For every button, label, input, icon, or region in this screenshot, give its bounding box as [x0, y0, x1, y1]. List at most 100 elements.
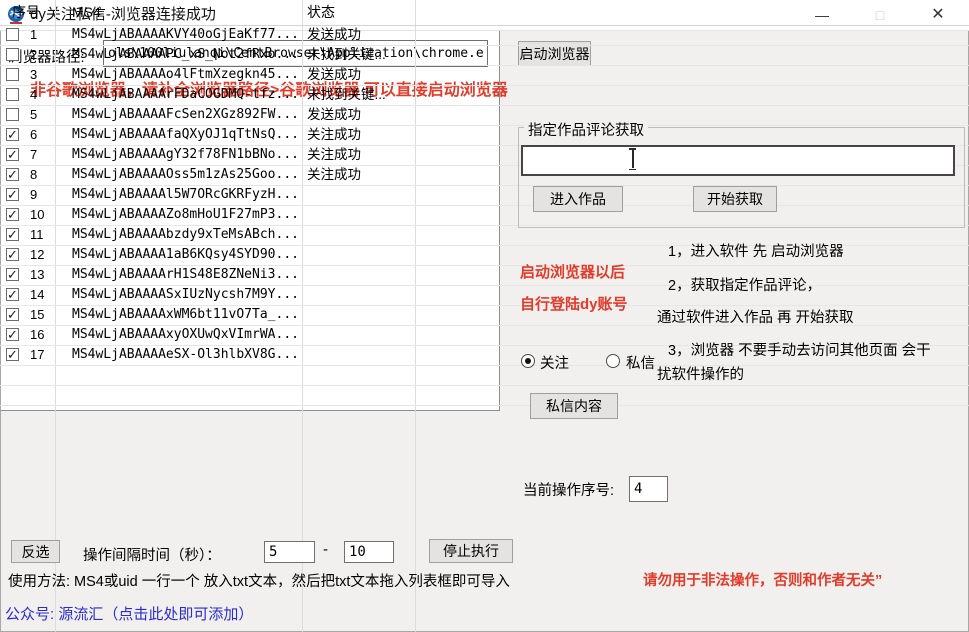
row-status: 关注成功	[307, 125, 361, 145]
official-account-link[interactable]: 源流汇（点击此处即可添加）	[58, 606, 253, 623]
row-checkbox[interactable]: ✓	[6, 348, 19, 361]
row-ms4-id: MS4wLjABAAAAl5W7ORcGKRFyzH...	[72, 185, 299, 205]
row-checkbox[interactable]: ✓	[6, 168, 19, 181]
row-ms4-id: MS4wLjABAAAAKVY40oGjEaKf77...	[72, 25, 299, 45]
row-index: 1	[30, 25, 37, 45]
row-index: 4	[30, 85, 37, 105]
empty-row	[0, 385, 969, 406]
row-index: 16	[30, 325, 44, 345]
enter-work-button[interactable]: 进入作品	[533, 186, 623, 212]
list-header: 序号 MS4 状态	[0, 0, 969, 26]
interval-max-input[interactable]	[344, 541, 394, 563]
row-ms4-id: MS4wLjABAAAArH1S48E8ZNeNi3...	[72, 265, 299, 285]
instruction-line: 扰软件操作的	[657, 363, 744, 384]
row-index: 6	[30, 125, 37, 145]
stop-execution-button[interactable]: 停止执行	[429, 539, 513, 563]
login-hint-line1: 启动浏览器以后	[520, 261, 625, 282]
row-ms4-id: MS4wLjABAAAAeSX-Ol3hlbXV8G...	[72, 345, 299, 365]
row-ms4-id: MS4wLjABAAAAo4lFtmXzegkn45...	[72, 65, 299, 85]
row-ms4-id: MS4wLjABAAAAPC_xS_Not2fRxo...	[72, 45, 299, 65]
row-checkbox[interactable]: ✓	[6, 248, 19, 261]
follow-radio-label[interactable]: 关注	[540, 352, 569, 373]
dm-radio[interactable]	[606, 354, 620, 368]
row-index: 2	[30, 45, 37, 65]
row-ms4-id: MS4wLjABAAAArFDaCOGDMQ-tfz...	[72, 85, 299, 105]
interval-label: 操作间隔时间（秒）：	[83, 544, 221, 565]
row-ms4-id: MS4wLjABAAAAbzdy9xTeMsABch...	[72, 225, 299, 245]
row-index: 10	[30, 205, 44, 225]
row-status: 关注成功	[307, 145, 361, 165]
row-index: 11	[30, 225, 44, 245]
row-checkbox[interactable]	[6, 88, 19, 101]
row-ms4-id: MS4wLjABAAAAgY32f78FN1bBNo...	[72, 145, 299, 165]
row-checkbox[interactable]: ✓	[6, 268, 19, 281]
follow-radio[interactable]	[521, 354, 535, 368]
row-checkbox[interactable]	[6, 108, 19, 121]
row-checkbox[interactable]	[6, 28, 19, 41]
table-row[interactable]: 2 MS4wLjABAAAAPC_xS_Not2fRxo... 未找到关键...	[0, 45, 969, 66]
table-row[interactable]: 5 MS4wLjABAAAAFcSen2XGz892FW... 发送成功	[0, 105, 969, 126]
row-checkbox[interactable]: ✓	[6, 288, 19, 301]
dm-radio-label[interactable]: 私信	[626, 352, 655, 373]
instruction-line: 3，浏览器 不要手动去访问其他页面 会干	[668, 339, 931, 360]
table-row[interactable]: ✓13MS4wLjABAAAArH1S48E8ZNeNi3...	[0, 265, 969, 286]
row-ms4-id: MS4wLjABAAAAxyOXUwQxVImrWA...	[72, 325, 299, 345]
login-hint-line2: 自行登陆dy账号	[520, 293, 628, 314]
text-cursor-icon	[628, 148, 637, 170]
dm-content-button[interactable]: 私信内容	[530, 393, 618, 419]
row-ms4-id: MS4wLjABAAAASxIUzNycsh7M9Y...	[72, 285, 299, 305]
row-ms4-id: MS4wLjABAAAA1aB6KQsy4SYD90...	[72, 245, 299, 265]
usage-instructions: 使用方法: MS4或uid 一行一个 放入txt文本，然后把txt文本拖入列表框…	[8, 570, 510, 591]
current-index-label: 当前操作序号:	[523, 479, 614, 500]
table-row[interactable]: 3MS4wLjABAAAAo4lFtmXzegkn45...发送成功	[0, 65, 969, 86]
table-row[interactable]: 4 MS4wLjABAAAArFDaCOGDMQ-tfz... 未找到关键...	[0, 85, 969, 106]
row-index: 3	[30, 65, 37, 85]
invert-selection-button[interactable]: 反选	[11, 540, 60, 563]
comment-fetch-legend: 指定作品评论获取	[524, 119, 648, 140]
row-checkbox[interactable]	[6, 48, 19, 61]
work-url-input[interactable]	[521, 145, 955, 176]
interval-min-input[interactable]	[264, 541, 315, 563]
row-ms4-id: MS4wLjABAAAAxWM6bt11vO7Ta_...	[72, 305, 299, 325]
row-ms4-id: MS4wLjABAAAAOss5m1zAs25Goo...	[72, 165, 299, 185]
row-ms4-id: MS4wLjABAAAAZo8mHoU1F27mP3...	[72, 205, 299, 225]
table-row[interactable]: ✓ 14 MS4wLjABAAAASxIUzNycsh7M9Y...	[0, 285, 969, 306]
official-account-line: 公众号: 源流汇（点击此处即可添加）	[5, 603, 253, 624]
instruction-line: 通过软件进入作品 再 开始获取	[657, 306, 854, 327]
row-checkbox[interactable]: ✓	[6, 208, 19, 221]
row-status: 关注成功	[307, 165, 361, 185]
row-checkbox[interactable]: ✓	[6, 308, 19, 321]
row-checkbox[interactable]: ✓	[6, 188, 19, 201]
current-index-input[interactable]	[629, 476, 668, 502]
row-index: 15	[30, 305, 44, 325]
row-checkbox[interactable]: ✓	[6, 328, 19, 341]
row-ms4-id: MS4wLjABAAAAFcSen2XGz892FW...	[72, 105, 299, 125]
row-status: 未找到关键...	[307, 45, 386, 65]
interval-dash: -	[323, 541, 328, 558]
official-account-prefix: 公众号:	[5, 606, 58, 623]
row-checkbox[interactable]	[6, 68, 19, 81]
row-index: 14	[30, 285, 44, 305]
header-status: 状态	[307, 0, 335, 25]
row-index: 8	[30, 165, 37, 185]
legal-warning-text: 请勿用于非法操作，否则和作者无关”	[643, 569, 882, 590]
row-index: 7	[30, 145, 37, 165]
empty-row	[0, 365, 969, 386]
row-index: 9	[30, 185, 37, 205]
row-status: 发送成功	[307, 105, 361, 125]
start-fetch-button[interactable]: 开始获取	[693, 186, 777, 212]
comment-fetch-groupbox	[518, 127, 965, 228]
instruction-line: 1，进入软件 先 启动浏览器	[668, 240, 844, 261]
row-checkbox[interactable]: ✓	[6, 228, 19, 241]
row-index: 17	[30, 345, 44, 365]
row-checkbox[interactable]: ✓	[6, 128, 19, 141]
row-status: 发送成功	[307, 25, 361, 45]
row-status: 未找到关键...	[307, 85, 386, 105]
table-row[interactable]: 1 MS4wLjABAAAAKVY40oGjEaKf77... 发送成功	[0, 25, 969, 46]
header-ms4: MS4	[72, 0, 101, 25]
row-index: 5	[30, 105, 37, 125]
row-checkbox[interactable]: ✓	[6, 148, 19, 161]
header-index: 序号	[12, 0, 40, 25]
ms4-list[interactable]: 序号 MS4 状态 1 MS4wLjABAAAAKVY40oGjEaKf77...…	[0, 0, 500, 411]
instruction-line: 2，获取指定作品评论，	[668, 274, 821, 295]
